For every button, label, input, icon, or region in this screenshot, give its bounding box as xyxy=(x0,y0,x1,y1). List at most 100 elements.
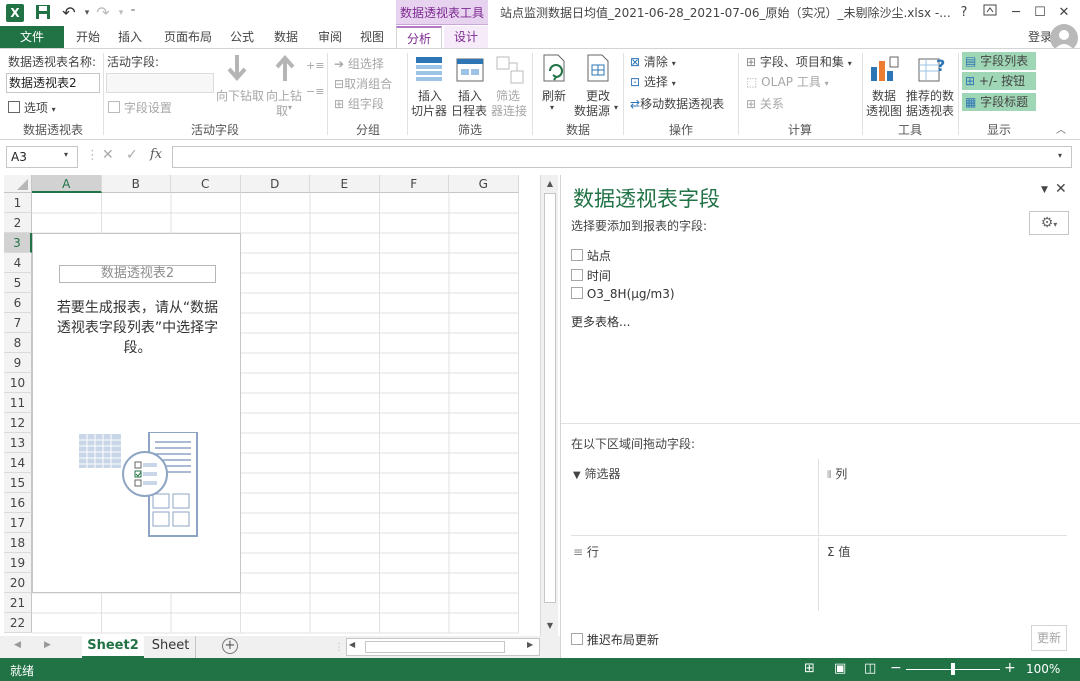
tab-formulas[interactable]: 公式 xyxy=(224,26,260,48)
maximize-icon[interactable]: ☐ xyxy=(1028,2,1052,24)
field-checkbox[interactable] xyxy=(571,269,583,281)
tab-design[interactable]: 设计 xyxy=(444,26,488,48)
prev-sheet-icon[interactable]: ◀ xyxy=(14,640,21,650)
row-header-4[interactable]: 4 xyxy=(4,253,32,273)
help-button[interactable]: ? xyxy=(952,2,976,24)
active-field-input[interactable] xyxy=(106,73,214,93)
insert-slicer-button[interactable] xyxy=(414,55,444,88)
tab-analyze[interactable]: 分析 xyxy=(396,26,442,48)
expand-formula-icon[interactable]: ▾ xyxy=(1058,151,1062,160)
row-header-17[interactable]: 17 xyxy=(4,513,32,533)
row-header-2[interactable]: 2 xyxy=(4,213,32,233)
field-item-o3[interactable]: O3_8H(μg/m3) xyxy=(571,287,675,302)
pivot-options-button[interactable]: 选项 ▾ xyxy=(8,99,56,116)
change-data-source-button[interactable] xyxy=(584,53,614,88)
row-header-10[interactable]: 10 xyxy=(4,373,32,393)
field-list-toggle[interactable]: ▤ 字段列表 xyxy=(962,52,1036,70)
sheet-tab-sheet[interactable]: Sheet xyxy=(146,636,196,658)
column-header-e[interactable]: E xyxy=(310,175,380,193)
row-header-14[interactable]: 14 xyxy=(4,453,32,473)
rows-area[interactable]: ≡ 行 xyxy=(571,537,819,611)
scroll-up-icon[interactable]: ▲ xyxy=(543,177,557,191)
tab-review[interactable]: 审阅 xyxy=(310,26,350,48)
scroll-left-icon[interactable]: ◀ xyxy=(349,640,355,649)
row-header-11[interactable]: 11 xyxy=(4,393,32,413)
column-header-f[interactable]: F xyxy=(379,175,449,193)
add-sheet-icon[interactable]: + xyxy=(222,638,238,654)
ungroup-button[interactable]: ⊟取消组合 xyxy=(334,75,392,92)
select-button[interactable]: ⊡ 选择 ▾ xyxy=(630,73,676,90)
column-header-b[interactable]: B xyxy=(101,175,171,193)
filters-area[interactable]: ▼ 筛选器 xyxy=(571,459,819,535)
group-field-button[interactable]: ⊞ 组字段 xyxy=(334,95,384,112)
undo-icon[interactable]: ↶ xyxy=(60,4,78,22)
row-header-16[interactable]: 16 xyxy=(4,493,32,513)
close-window-icon[interactable]: ✕ xyxy=(1052,2,1076,24)
columns-area[interactable]: ⦀ 列 xyxy=(819,459,1067,535)
recommended-pivot-button[interactable]: ? xyxy=(916,53,948,88)
horizontal-scroll-thumb[interactable] xyxy=(365,641,505,653)
row-header-13[interactable]: 13 xyxy=(4,433,32,453)
tab-view[interactable]: 视图 xyxy=(352,26,392,48)
cancel-entry-icon[interactable]: ✕ xyxy=(102,147,114,163)
confirm-entry-icon[interactable]: ✓ xyxy=(126,147,138,163)
row-header-22[interactable]: 22 xyxy=(4,613,32,633)
row-header-1[interactable]: 1 xyxy=(4,193,32,213)
zoom-slider-thumb[interactable] xyxy=(951,663,955,675)
zoom-level[interactable]: 100% xyxy=(1026,662,1060,676)
minimize-icon[interactable]: ─ xyxy=(1004,2,1028,24)
pane-options-chevron-icon[interactable]: ▼ xyxy=(1041,185,1048,195)
page-layout-view-icon[interactable]: ▣ xyxy=(834,661,846,676)
field-checkbox[interactable] xyxy=(571,249,583,261)
tab-split-handle[interactable]: ⋮ xyxy=(334,642,344,653)
row-header-19[interactable]: 19 xyxy=(4,553,32,573)
defer-layout-update[interactable]: 推迟布局更新 xyxy=(571,631,659,648)
pivot-name-input[interactable]: 数据透视表2 xyxy=(6,73,100,93)
row-header-9[interactable]: 9 xyxy=(4,353,32,373)
column-header-c[interactable]: C xyxy=(171,175,241,193)
plus-minus-buttons-toggle[interactable]: ⊞ +/- 按钮 xyxy=(962,72,1036,90)
clear-button[interactable]: ⊠ 清除 ▾ xyxy=(630,53,676,70)
normal-view-icon[interactable]: ⊞ xyxy=(804,661,815,676)
select-all-corner[interactable] xyxy=(4,175,32,193)
field-settings-button[interactable]: 字段设置 xyxy=(108,99,172,116)
customize-qat-icon[interactable]: ⁼ xyxy=(124,4,142,22)
row-header-18[interactable]: 18 xyxy=(4,533,32,553)
row-header-21[interactable]: 21 xyxy=(4,593,32,613)
tab-file[interactable]: 文件 xyxy=(0,26,64,48)
column-header-d[interactable]: D xyxy=(240,175,310,193)
drill-up-button[interactable] xyxy=(270,53,306,86)
fields-items-sets-button[interactable]: ⊞ 字段、项目和集 ▾ xyxy=(746,53,852,70)
sign-in-link[interactable]: 登录 xyxy=(1028,26,1052,48)
filter-connections-button[interactable] xyxy=(495,55,525,88)
row-header-20[interactable]: 20 xyxy=(4,573,32,593)
close-pane-icon[interactable]: ✕ xyxy=(1055,181,1067,197)
tab-data[interactable]: 数据 xyxy=(266,26,306,48)
zoom-in-icon[interactable]: + xyxy=(1004,660,1016,676)
drill-down-button[interactable] xyxy=(222,53,258,86)
vertical-scroll-thumb[interactable] xyxy=(544,193,556,603)
field-headers-toggle[interactable]: ▦ 字段标题 xyxy=(962,93,1036,111)
formula-input[interactable] xyxy=(172,146,1072,168)
defer-checkbox[interactable] xyxy=(571,633,583,645)
row-header-7[interactable]: 7 xyxy=(4,313,32,333)
next-sheet-icon[interactable]: ▶ xyxy=(44,640,51,650)
move-pivot-button[interactable]: ⇄移动数据透视表 xyxy=(630,95,724,112)
field-item-station[interactable]: 站点 xyxy=(571,247,611,264)
row-header-15[interactable]: 15 xyxy=(4,473,32,493)
row-header-12[interactable]: 12 xyxy=(4,413,32,433)
vertical-scrollbar[interactable]: ▲ ▼ xyxy=(540,175,558,636)
pivot-table-placeholder[interactable]: 数据透视表2 若要生成报表，请从“数据 透视表字段列表”中选择字 段。 xyxy=(32,233,241,593)
tab-insert[interactable]: 插入 xyxy=(110,26,150,48)
pivotchart-button[interactable] xyxy=(868,53,900,88)
insert-function-icon[interactable]: fx xyxy=(150,147,162,162)
insert-timeline-button[interactable] xyxy=(455,55,485,88)
zoom-out-icon[interactable]: − xyxy=(890,660,902,676)
pane-settings-gear-icon[interactable]: ⚙▾ xyxy=(1029,211,1069,235)
field-item-time[interactable]: 时间 xyxy=(571,267,611,284)
row-header-8[interactable]: 8 xyxy=(4,333,32,353)
expand-field-icon[interactable]: +≡ xyxy=(306,59,324,72)
namebox-chevron-icon[interactable]: ▾ xyxy=(64,150,68,159)
scroll-right-icon[interactable]: ▶ xyxy=(527,640,533,649)
page-break-view-icon[interactable]: ◫ xyxy=(864,661,876,676)
